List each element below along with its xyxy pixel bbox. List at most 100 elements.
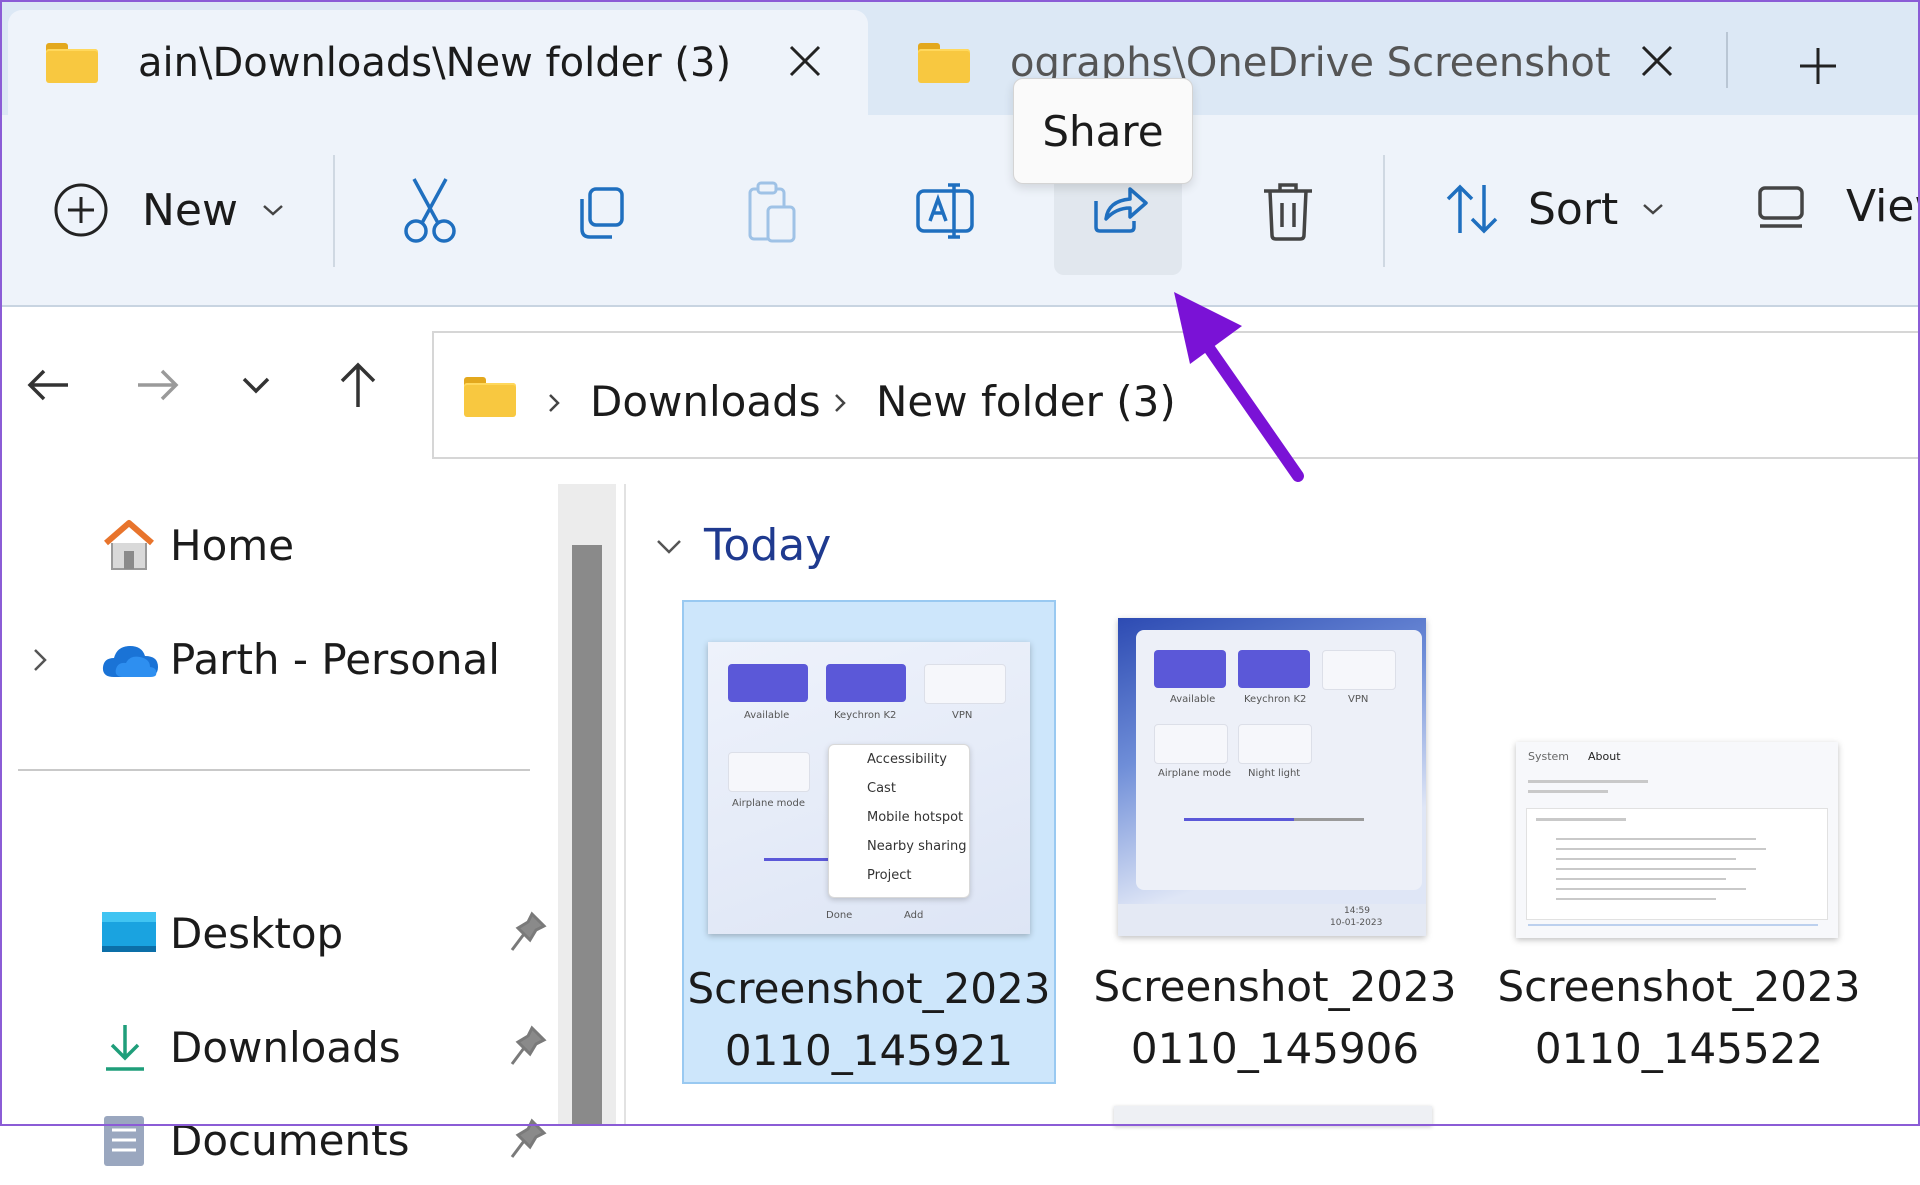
file-item[interactable]: System About Screenshot_2023 0110_145522 (1492, 600, 1866, 1084)
qs-menu-item: Nearby sharing (867, 839, 967, 854)
new-label: New (142, 184, 238, 236)
taskbar-time: 14:59 (1344, 906, 1370, 916)
qs-menu-item: Project (867, 868, 912, 883)
sidebar-item-onedrive[interactable]: Parth - Personal (0, 614, 540, 704)
qs-caption: VPN (1348, 694, 1369, 705)
qs-volume-slider-rest (1294, 818, 1364, 821)
qs-done: Done (826, 910, 853, 921)
qs-caption: Available (1170, 694, 1216, 705)
navigation-pane: Home Parth - Personal Desktop Downloads (0, 467, 560, 1166)
view-icon (1758, 185, 1804, 228)
share-tooltip: Share (1013, 78, 1193, 184)
rename-icon[interactable] (914, 181, 976, 241)
qs-menu-item: Cast (867, 781, 896, 796)
up-arrow-icon[interactable] (328, 355, 388, 415)
sort-label: Sort (1528, 183, 1619, 235)
file-name: Screenshot_2023 0110_145921 (687, 964, 1051, 1075)
onedrive-cloud-icon (102, 646, 158, 677)
group-header-today[interactable]: Today (652, 520, 831, 571)
sidebar-item-label: Documents (170, 1115, 410, 1165)
about-breadcrumb-about: About (1588, 750, 1621, 763)
sidebar-item-label: Downloads (170, 1022, 401, 1072)
qs-menu-item: Accessibility (867, 752, 947, 767)
plus-circle-icon (54, 183, 108, 237)
breadcrumb-chevron-icon[interactable] (544, 389, 564, 417)
breadcrumb-new-folder[interactable]: New folder (3) (876, 377, 1176, 426)
sidebar-scrollbar-thumb[interactable] (572, 545, 602, 1126)
qs-caption: Airplane mode (732, 798, 806, 809)
recent-locations-chevron-icon[interactable] (226, 355, 286, 415)
qs-vpn-tile (924, 664, 1006, 704)
breadcrumb-chevron-icon[interactable] (830, 389, 850, 417)
view-label: View (1846, 181, 1920, 232)
folder-icon (918, 42, 970, 83)
file-item[interactable]: Available Keychron K2 VPN Airplane mode … (682, 600, 1056, 1084)
navigation-row: Downloads New folder (3) (0, 307, 1920, 467)
desktop-icon (102, 912, 156, 952)
copy-icon[interactable] (572, 185, 628, 241)
collapse-chevron-icon (657, 539, 681, 554)
view-button[interactable]: View (1756, 181, 1920, 232)
qs-nightlight-tile (1238, 724, 1312, 764)
folder-icon (46, 42, 98, 83)
qs-airplane-tile (1154, 724, 1228, 764)
qs-bluetooth-tile (826, 664, 906, 702)
qs-volume-slider (1184, 818, 1294, 821)
about-breadcrumb-system: System (1528, 750, 1570, 763)
tab-downloads-new-folder[interactable]: ain\Downloads\New folder (3) (8, 10, 868, 115)
file-item[interactable]: Available Keychron K2 VPN Airplane mode … (1088, 600, 1462, 1084)
taskbar-date: 10-01-2023 (1330, 918, 1383, 928)
file-thumbnail: Available Keychron K2 VPN Airplane mode … (708, 642, 1030, 934)
qs-airplane-tile (728, 752, 810, 792)
sidebar-item-label: Home (170, 520, 295, 570)
group-label: Today (704, 520, 832, 571)
file-name: Screenshot_2023 0110_145906 (1093, 962, 1457, 1073)
sidebar-item-label: Desktop (170, 908, 344, 958)
download-arrow-icon (106, 1025, 144, 1071)
folder-icon (464, 377, 516, 417)
qs-bluetooth-tile (1238, 650, 1310, 688)
command-separator (333, 155, 335, 267)
qs-caption: Night light (1248, 768, 1301, 779)
annotation-arrow-icon (1174, 292, 1304, 482)
sort-button[interactable]: Sort (1442, 181, 1666, 237)
breadcrumb-downloads[interactable]: Downloads (590, 377, 821, 426)
qs-menu-item: Mobile hotspot (867, 810, 964, 825)
tab-onedrive-screenshots[interactable]: ographs\OneDrive Screenshots (880, 10, 1720, 115)
file-thumbnail: System About (1516, 742, 1838, 938)
new-button[interactable]: New (52, 181, 286, 239)
sidebar-divider (18, 769, 530, 771)
pin-icon[interactable] (508, 1117, 548, 1161)
close-tab-icon[interactable] (1634, 38, 1680, 84)
share-icon (1094, 187, 1148, 233)
back-arrow-icon[interactable] (18, 355, 78, 415)
close-tab-icon[interactable] (782, 38, 828, 84)
sidebar-item-desktop[interactable]: Desktop (0, 888, 547, 978)
chevron-down-icon (1643, 204, 1664, 215)
pane-divider[interactable] (624, 484, 626, 1126)
qs-wifi-tile (1154, 650, 1226, 688)
sidebar-item-documents[interactable]: Documents (0, 1095, 547, 1185)
qs-caption: Keychron K2 (834, 710, 897, 721)
documents-icon (104, 1116, 144, 1166)
home-icon (104, 520, 154, 570)
qs-vpn-tile (1322, 650, 1396, 690)
file-name: Screenshot_2023 0110_145522 (1497, 962, 1861, 1073)
expand-chevron-icon[interactable] (28, 644, 52, 676)
forward-arrow-icon[interactable] (128, 355, 188, 415)
qs-volume-slider (764, 858, 834, 861)
pin-icon[interactable] (508, 1024, 548, 1068)
new-tab-icon[interactable] (1790, 38, 1846, 94)
qs-caption: VPN (952, 710, 973, 721)
cut-icon[interactable] (400, 175, 460, 245)
pin-icon[interactable] (508, 910, 548, 954)
paste-icon[interactable] (744, 181, 800, 245)
sidebar-item-downloads[interactable]: Downloads (0, 1002, 547, 1092)
command-separator (1383, 155, 1385, 267)
qs-wifi-tile (728, 664, 808, 702)
file-thumbnail: Available Keychron K2 VPN Airplane mode … (1118, 618, 1426, 936)
file-thumbnail-partial[interactable] (1114, 1106, 1432, 1126)
delete-icon[interactable] (1260, 179, 1316, 243)
sidebar-item-home[interactable]: Home (0, 500, 540, 590)
sort-icon (1446, 184, 1498, 234)
